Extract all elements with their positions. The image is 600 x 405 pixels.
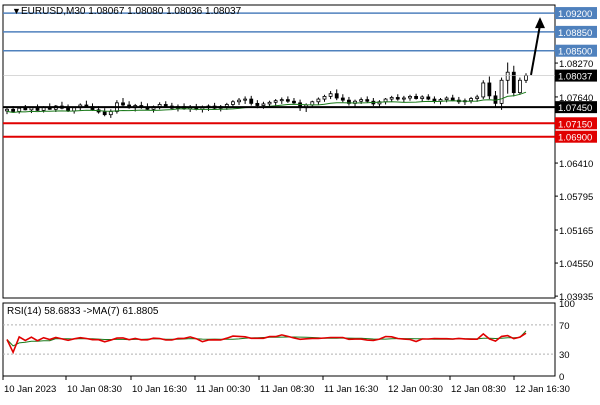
time-tick-label: 10 Jan 2023 (4, 384, 56, 395)
price-tick-label: 1.04550 (559, 259, 593, 270)
candle-body (450, 97, 455, 101)
candle-body (255, 102, 260, 106)
candle-body (273, 100, 278, 103)
time-tick-label: 11 Jan 00:30 (196, 384, 250, 395)
candle-body (359, 99, 364, 102)
candle-body (5, 108, 9, 112)
price-tick-label: 1.05165 (559, 226, 593, 237)
time-tick-label: 10 Jan 16:30 (132, 384, 187, 395)
price-tick-label: 1.05795 (559, 192, 593, 203)
candle-body (279, 99, 284, 102)
candle-body (267, 101, 272, 105)
chart-window: 1.09200 1.08850 1.08500 1.07450 1.07150 1.069… (0, 0, 600, 400)
candle-body (469, 98, 473, 102)
candle-body (72, 107, 77, 112)
rsi-scale-label: 0 (559, 372, 564, 383)
candle-body (401, 97, 406, 100)
candle-body (322, 95, 327, 100)
price-tick-label: 1.06410 (559, 159, 593, 170)
symbol-header: EURUSD,M30 1.08067 1.08080 1.08036 1.080… (21, 6, 242, 17)
candle-body (408, 95, 412, 99)
candle-body (249, 98, 254, 104)
candle-body (121, 102, 125, 106)
candle-body (316, 98, 321, 103)
level-tag-label: 1.07450 (558, 103, 592, 114)
candle-body (517, 79, 522, 94)
candle-body (292, 100, 296, 104)
candle-body (395, 97, 400, 100)
candle-body (365, 99, 370, 102)
time-tick-label: 12 Jan 08:30 (451, 384, 506, 395)
candle-body (261, 103, 266, 106)
candle-body (334, 93, 339, 99)
time-tick-label: 12 Jan 16:30 (515, 384, 570, 395)
candle-body (11, 108, 16, 112)
candle-body (23, 107, 28, 111)
candle-body (414, 95, 418, 99)
candle-body (66, 107, 70, 112)
candle-body (420, 96, 425, 99)
candle-body (340, 97, 345, 101)
candle-body (511, 71, 516, 94)
candle-body (481, 82, 486, 98)
candle-body (505, 71, 510, 81)
rsi-scale-label: 100 (559, 299, 575, 310)
candle-body (102, 111, 107, 116)
level-tag-label: 1.09200 (558, 9, 592, 20)
symbol-dropdown-icon[interactable]: ▼ (12, 6, 21, 16)
candle-body (432, 98, 437, 102)
candle-body (328, 93, 333, 97)
rsi-label: RSI(14) 58.6833 ->MA(7) 61.8805 (7, 306, 159, 317)
candle-body (163, 104, 168, 107)
rsi-scale-label: 30 (559, 350, 570, 361)
time-tick-label: 12 Jan 00:30 (388, 384, 443, 395)
candle-body (243, 98, 248, 101)
time-tick-label: 11 Jan 16:30 (324, 384, 378, 395)
time-tick-label: 11 Jan 08:30 (260, 384, 314, 395)
candle-body (383, 98, 388, 103)
level-tag-label: 1.07150 (558, 119, 592, 130)
rsi-scale-label: 70 (559, 321, 570, 332)
candle-body (487, 82, 492, 97)
level-tag-label: 1.06900 (558, 133, 592, 144)
candle-body (524, 75, 528, 81)
level-tag-label: 1.08500 (558, 47, 592, 58)
candle-body (237, 99, 241, 103)
candle-body (17, 107, 22, 112)
current-price-label: 1.08037 (558, 72, 592, 83)
candlestick-chart: 1.09200 1.08850 1.08500 1.07450 1.07150 1.069… (0, 0, 600, 400)
candle-body (499, 79, 504, 104)
price-tick-label: 1.07640 (559, 93, 593, 104)
candle-body (389, 97, 394, 100)
candle-body (426, 96, 431, 100)
level-tag-label: 1.08850 (558, 28, 592, 39)
candle-body (108, 111, 113, 116)
candle-body (285, 99, 290, 102)
time-tick-label: 10 Jan 08:30 (67, 384, 122, 395)
candle-body (231, 101, 235, 105)
candle-body (475, 96, 480, 99)
candle-body (444, 97, 449, 101)
price-tick-label: 1.08270 (559, 59, 593, 70)
